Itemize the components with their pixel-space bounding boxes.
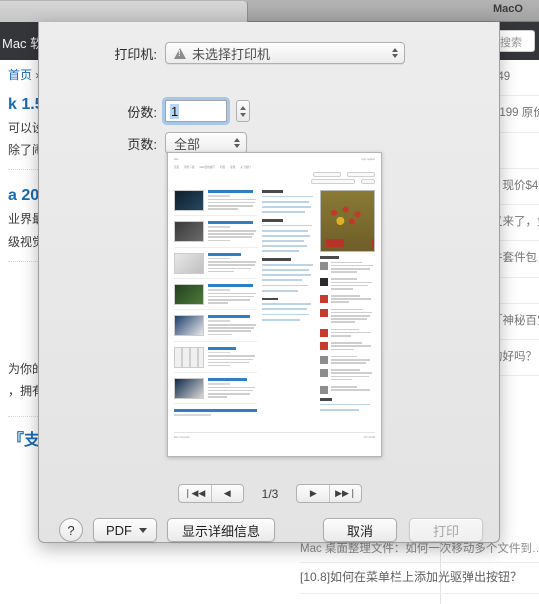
sidebar-list-item[interactable]: Mac 桌面整理文件：如何一次移动多个文件到… bbox=[300, 540, 539, 563]
preview-article bbox=[174, 252, 258, 280]
page-nav-back-group: ❘◀◀ ◀ bbox=[177, 484, 244, 503]
copies-label: 份数: bbox=[127, 104, 157, 120]
preview-article bbox=[174, 346, 258, 374]
browser-tab-title: MacO bbox=[493, 3, 523, 15]
preview-article bbox=[174, 315, 258, 342]
chevron-updown-icon bbox=[234, 138, 240, 148]
first-page-button[interactable]: ❘◀◀ bbox=[179, 485, 211, 502]
print-button: 打印 bbox=[409, 518, 483, 542]
copies-value: 1 bbox=[170, 103, 180, 119]
preview-article bbox=[174, 378, 258, 405]
copies-stepper[interactable] bbox=[236, 100, 250, 122]
screenshot-root: MacO Mac 软件 首页 软件下载 Mac使用技巧 问答 专题 关于我们 输… bbox=[0, 0, 539, 604]
preview-page-nav: ❘◀◀ ◀ 1/3 ▶ ▶▶❘ bbox=[39, 484, 501, 503]
print-preview[interactable]: Mac login register 首页 软件下载 Mac使用技巧 问答 专题 关于我们 bbox=[167, 152, 382, 457]
printer-label: 打印机: bbox=[114, 46, 157, 62]
pages-select-value: 全部 bbox=[174, 136, 201, 152]
preview-article bbox=[174, 221, 258, 248]
next-page-button[interactable]: ▶ bbox=[297, 485, 329, 502]
pages-label: 页数: bbox=[127, 136, 157, 152]
sidebar-list-item[interactable]: [10.8]如何在菜单栏上添加光驱弹出按钮？ bbox=[300, 568, 539, 594]
page-indicator: 1/3 bbox=[261, 486, 279, 501]
preview-search bbox=[174, 172, 375, 177]
preview-ad-banner bbox=[320, 190, 375, 252]
warning-triangle-icon bbox=[174, 47, 186, 59]
browser-tab-bar: MacO bbox=[0, 0, 539, 22]
chevron-down-icon bbox=[139, 527, 147, 533]
show-details-button[interactable]: 显示详细信息 bbox=[167, 518, 276, 542]
preview-footer: Mac Copyright ICP 12345 bbox=[174, 432, 375, 439]
cancel-button[interactable]: 取消 bbox=[323, 518, 397, 542]
print-preview-page: Mac login register 首页 软件下载 Mac使用技巧 问答 专题 关于我们 bbox=[174, 158, 375, 451]
page-nav-fwd-group: ▶ ▶▶❘ bbox=[296, 484, 363, 503]
preview-article bbox=[174, 284, 258, 311]
chevron-updown-icon bbox=[392, 48, 398, 58]
prev-page-button[interactable]: ◀ bbox=[210, 485, 243, 502]
preview-link-column bbox=[262, 190, 315, 427]
preview-nav: 首页 软件下载 Mac使用技巧 问答 专题 关于我们 bbox=[174, 166, 251, 169]
browser-tab[interactable] bbox=[0, 1, 248, 22]
pdf-menu-button[interactable]: PDF bbox=[93, 518, 157, 542]
last-page-button[interactable]: ▶▶❘ bbox=[329, 485, 361, 502]
dialog-actions-right: 取消 打印 bbox=[323, 518, 483, 542]
preview-columns bbox=[174, 190, 375, 427]
printer-select-value: 未选择打印机 bbox=[192, 46, 271, 62]
copies-input[interactable]: 1 bbox=[165, 100, 227, 122]
printer-select[interactable]: 未选择打印机 bbox=[165, 42, 405, 64]
help-button[interactable]: ? bbox=[59, 518, 83, 542]
preview-article-list bbox=[174, 190, 258, 427]
preview-header: Mac login register bbox=[174, 158, 375, 161]
print-dialog: 打印机: 未选择打印机 份数: 1 页数: bbox=[38, 22, 500, 543]
pages-select[interactable]: 全部 bbox=[165, 132, 247, 154]
preview-search-2 bbox=[174, 179, 375, 184]
dialog-actions-left: ? PDF 显示详细信息 bbox=[59, 518, 276, 542]
preview-article bbox=[174, 190, 258, 217]
preview-aside-column bbox=[320, 190, 375, 427]
copies-control: 1 bbox=[165, 100, 250, 122]
pdf-menu-label: PDF bbox=[106, 522, 132, 538]
preview-article bbox=[174, 409, 258, 422]
